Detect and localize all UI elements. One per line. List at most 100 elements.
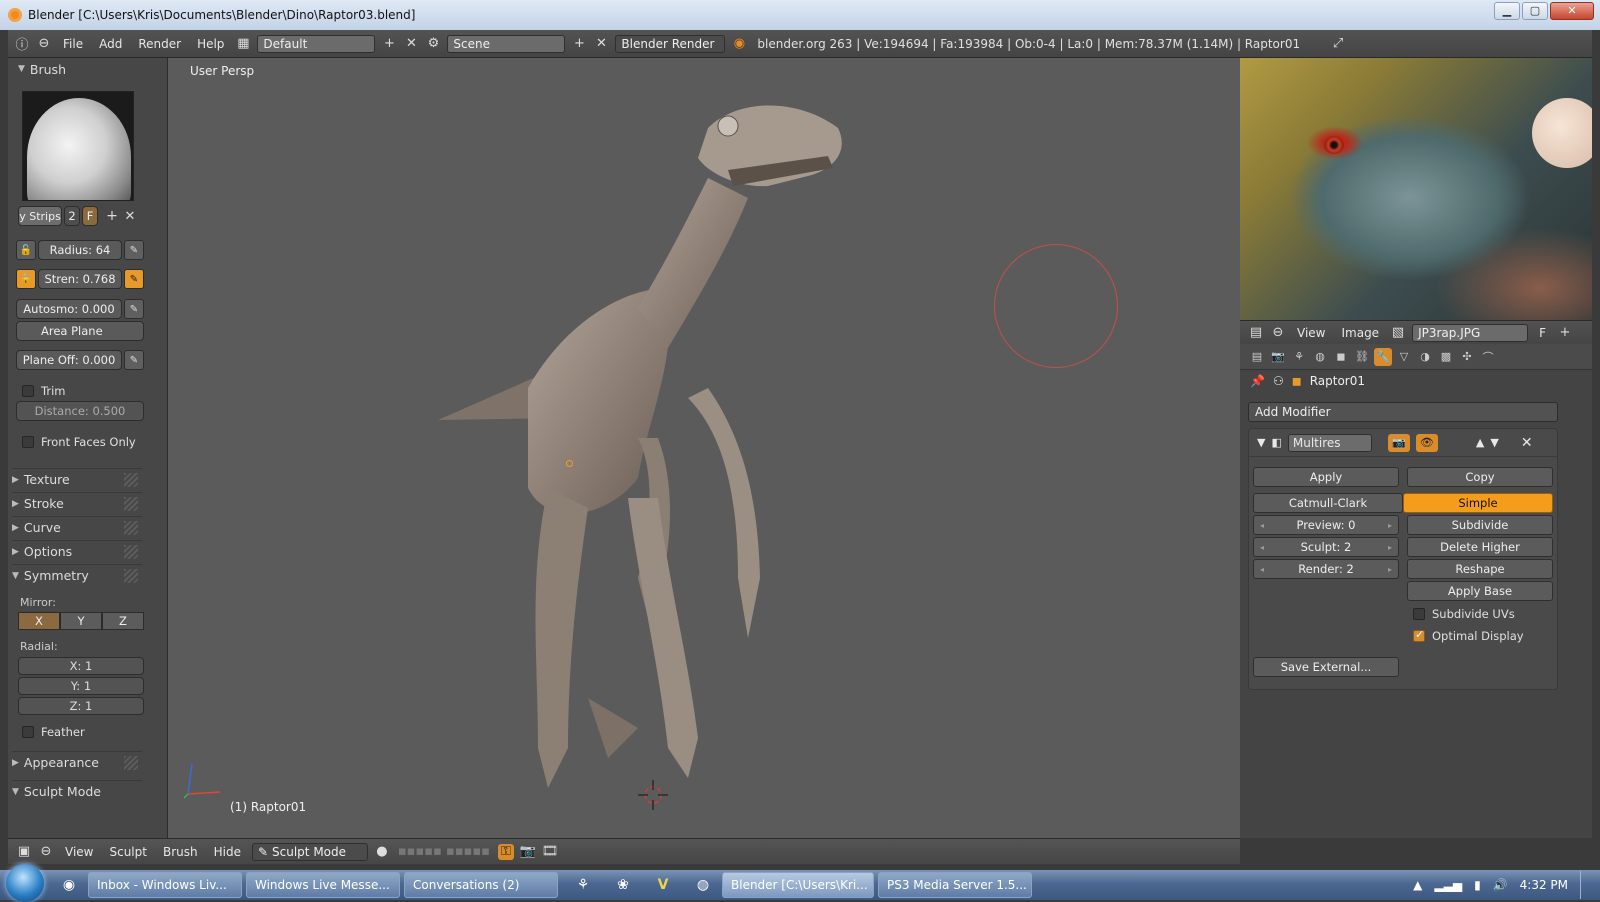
add-layout-icon[interactable]: + <box>381 36 397 52</box>
remove-modifier-icon[interactable]: ✕ <box>1521 435 1533 451</box>
viewport-visibility-icon[interactable]: 👁 <box>1415 433 1438 452</box>
image-menu-view[interactable]: View <box>1292 324 1330 342</box>
collapse-menu-icon[interactable]: ⊖ <box>36 36 52 52</box>
autosmooth-slider[interactable]: Autosmo: 0.000 <box>16 299 122 319</box>
maximize-button[interactable]: ▢ <box>1522 2 1548 20</box>
remove-layout-icon[interactable]: ✕ <box>403 36 419 52</box>
remove-scene-icon[interactable]: ✕ <box>593 36 609 52</box>
panel-grip-icon[interactable] <box>124 497 138 511</box>
catmull-clark-toggle[interactable]: Catmull-Clark <box>1253 493 1403 513</box>
add-scene-icon[interactable]: + <box>571 36 587 52</box>
texture-panel-header[interactable]: ▶ Texture <box>12 468 142 490</box>
trim-checkbox[interactable]: Trim <box>22 384 65 398</box>
collapse-menu-icon[interactable]: ⊖ <box>38 844 54 860</box>
plane-offset-toggle-icon[interactable]: ✎ <box>124 350 144 370</box>
taskbar-item-inbox[interactable]: Inbox - Windows Liv... <box>88 872 242 898</box>
trim-distance-slider[interactable]: Distance: 0.500 <box>16 401 144 421</box>
modifier-collapse-icon[interactable]: ▼ <box>1257 436 1265 449</box>
mirror-x-toggle[interactable]: X <box>18 612 60 630</box>
subdivide-uvs-checkbox-box[interactable] <box>1413 608 1425 620</box>
brush-users-count[interactable]: 2 <box>64 206 80 226</box>
add-modifier-dropdown[interactable]: Add Modifier <box>1248 402 1558 422</box>
3d-viewport[interactable]: User Persp (1) Raptor01 <box>168 58 1240 838</box>
front-faces-checkbox[interactable]: Front Faces Only <box>22 435 136 449</box>
render-tab-icon[interactable]: 📷 <box>1269 348 1287 366</box>
app-pinned-icon[interactable]: ❀ <box>608 873 638 897</box>
volume-icon[interactable]: 🔊 <box>1493 878 1508 892</box>
raptor-model[interactable] <box>168 58 1240 838</box>
apply-base-button[interactable]: Apply Base <box>1407 581 1553 601</box>
tray-expand-icon[interactable]: ▲ <box>1413 878 1422 892</box>
menu-help[interactable]: Help <box>192 35 229 53</box>
texture-tab-icon[interactable]: ▩ <box>1437 348 1455 366</box>
taskbar-item-conversations[interactable]: Conversations (2) <box>404 872 558 898</box>
sculpt-mode-panel-header[interactable]: ▼ Sculpt Mode <box>12 780 142 802</box>
network-signal-icon[interactable]: ▂▃▅ <box>1434 878 1462 892</box>
strength-lock-icon[interactable]: 🔒 <box>16 269 36 289</box>
preview-levels-field[interactable]: Preview: 0 <box>1253 515 1399 535</box>
trim-checkbox-box[interactable] <box>22 385 34 397</box>
editor-type-icon[interactable]: ▣ <box>16 844 32 860</box>
copy-button[interactable]: Copy <box>1407 467 1553 487</box>
strength-pressure-icon[interactable]: ✎ <box>124 269 144 289</box>
radius-lock-icon[interactable]: 🔓 <box>16 240 36 260</box>
menu-add[interactable]: Add <box>94 35 127 53</box>
new-image-icon[interactable]: + <box>1557 325 1573 341</box>
brush-name-field[interactable]: y Strips <box>18 206 62 226</box>
render-visibility-icon[interactable]: 📷 <box>1387 433 1410 452</box>
autosmooth-pressure-icon[interactable]: ✎ <box>124 299 144 319</box>
plane-offset-slider[interactable]: Plane Off: 0.000 <box>16 350 122 370</box>
collapse-menu-icon[interactable]: ⊖ <box>1270 325 1286 341</box>
chrome-pinned-icon[interactable]: ◉ <box>54 873 84 897</box>
material-tab-icon[interactable]: ◑ <box>1416 348 1434 366</box>
physics-tab-icon[interactable]: ⌒ <box>1479 348 1497 366</box>
scene-tab-icon[interactable]: ⚘ <box>1290 348 1308 366</box>
lock-camera-icon[interactable]: ⚿ <box>497 843 514 860</box>
menu-file[interactable]: File <box>58 35 88 53</box>
image-fake-user-toggle[interactable]: F <box>1534 324 1551 342</box>
brush-preview[interactable] <box>22 91 134 201</box>
panel-grip-icon[interactable] <box>124 521 138 535</box>
subdivide-uvs-checkbox[interactable]: Subdivide UVs <box>1413 607 1515 621</box>
taskbar-item-ps3-media-server[interactable]: PS3 Media Server 1.5... <box>878 872 1032 898</box>
layers-icon[interactable]: ▪▪▪▪▪ ▪▪▪▪▪ <box>396 844 492 860</box>
stroke-panel-header[interactable]: ▶ Stroke <box>12 492 142 514</box>
render-engine-select[interactable]: Blender Render <box>615 34 726 53</box>
world-tab-icon[interactable]: ◍ <box>1311 348 1329 366</box>
radial-x-field[interactable]: X: 1 <box>18 657 144 675</box>
mirror-y-toggle[interactable]: Y <box>60 612 102 630</box>
delete-higher-button[interactable]: Delete Higher <box>1407 537 1553 557</box>
object-tab-icon[interactable]: ◼ <box>1332 348 1350 366</box>
appearance-panel-header[interactable]: ▶ Appearance <box>12 751 142 773</box>
strength-slider[interactable]: Stren: 0.768 <box>38 269 122 289</box>
minimize-button[interactable]: ▁ <box>1494 2 1520 20</box>
panel-grip-icon[interactable] <box>124 756 138 770</box>
feather-checkbox[interactable]: Feather <box>22 725 85 739</box>
panel-grip-icon[interactable] <box>124 473 138 487</box>
options-panel-header[interactable]: ▶ Options <box>12 540 142 562</box>
modifiers-tab-icon[interactable]: 🔧 <box>1374 347 1392 366</box>
simple-toggle[interactable]: Simple <box>1403 493 1553 513</box>
data-tab-icon[interactable]: ▽ <box>1395 348 1413 366</box>
fullscreen-icon[interactable]: ⤢ <box>1330 36 1346 52</box>
panel-grip-icon[interactable] <box>124 545 138 559</box>
radial-y-field[interactable]: Y: 1 <box>18 677 144 695</box>
symmetry-panel-header[interactable]: ▼ Symmetry <box>12 564 142 586</box>
blender-pinned-icon[interactable]: ⚘ <box>568 873 598 897</box>
taskbar-item-blender[interactable]: Blender [C:\Users\Kri... <box>722 872 874 898</box>
subdivide-button[interactable]: Subdivide <box>1407 515 1553 535</box>
brush-panel-header[interactable]: ▼ Brush <box>8 58 167 80</box>
image-menu-image[interactable]: Image <box>1336 324 1384 342</box>
info-editor-icon[interactable]: ⓘ <box>14 36 30 53</box>
pin-icon[interactable]: 📌 <box>1250 374 1265 388</box>
panel-grip-icon[interactable] <box>124 569 138 583</box>
clock[interactable]: 4:32 PM <box>1520 878 1568 892</box>
move-up-icon[interactable]: ▲ <box>1476 436 1484 449</box>
modifier-name-field[interactable]: Multires <box>1287 433 1372 452</box>
taskbar-item-messenger[interactable]: Windows Live Messe... <box>246 872 400 898</box>
remove-brush-icon[interactable]: ✕ <box>120 206 140 226</box>
feather-checkbox-box[interactable] <box>22 726 34 738</box>
image-name-field[interactable]: JP3rap.JPG <box>1412 323 1529 342</box>
menu-hide[interactable]: Hide <box>209 843 246 861</box>
apply-button[interactable]: Apply <box>1253 467 1399 487</box>
